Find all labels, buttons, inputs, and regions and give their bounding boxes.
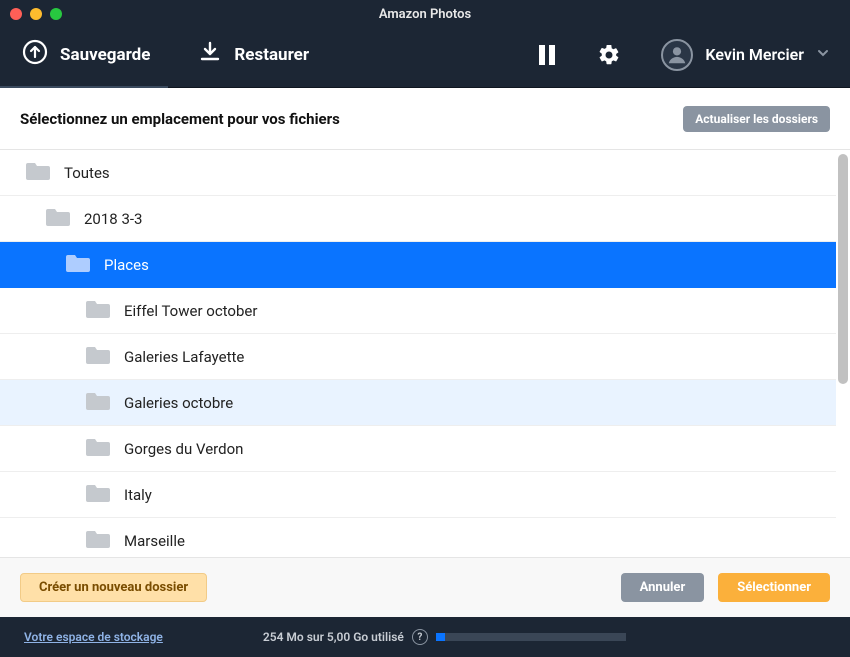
folder-row[interactable]: Marseille — [0, 518, 836, 557]
folder-icon — [86, 437, 110, 460]
folder-row[interactable]: Places — [0, 242, 836, 288]
tab-restore-label: Restaurer — [234, 45, 309, 65]
storage-usage-text: 254 Mo sur 5,00 Go utilisé — [263, 630, 404, 644]
folder-label: Toutes — [64, 164, 110, 182]
folder-row[interactable]: Gorges du Verdon — [0, 426, 836, 472]
folder-label: 2018 3-3 — [84, 210, 142, 228]
avatar — [661, 39, 693, 71]
new-folder-button[interactable]: Créer un nouveau dossier — [20, 573, 207, 602]
folder-icon — [46, 207, 70, 230]
storage-progress-fill — [436, 633, 446, 641]
minimize-window-button[interactable] — [30, 8, 42, 20]
storage-progress-bar — [436, 633, 626, 641]
folder-row[interactable]: 2018 3-3 — [0, 196, 836, 242]
refresh-folders-button[interactable]: Actualiser les dossiers — [683, 106, 830, 132]
subheader: Sélectionnez un emplacement pour vos fic… — [0, 88, 850, 150]
folder-row[interactable]: Galeries octobre — [0, 380, 836, 426]
folder-icon — [66, 253, 90, 276]
help-icon[interactable]: ? — [412, 629, 428, 645]
chevron-down-icon — [816, 45, 830, 64]
page-title: Sélectionnez un emplacement pour vos fic… — [20, 110, 340, 128]
folder-label: Italy — [124, 486, 152, 504]
folder-icon — [26, 161, 50, 184]
footer: Votre espace de stockage 254 Mo sur 5,00… — [0, 617, 850, 657]
cancel-button[interactable]: Annuler — [621, 573, 705, 602]
folder-icon — [86, 483, 110, 506]
folder-label: Gorges du Verdon — [124, 440, 243, 458]
maximize-window-button[interactable] — [50, 8, 62, 20]
scrollbar-thumb[interactable] — [838, 154, 848, 384]
action-bar: Créer un nouveau dossier Annuler Sélecti… — [0, 557, 850, 617]
select-button[interactable]: Sélectionner — [718, 573, 830, 602]
folder-icon — [86, 299, 110, 322]
settings-button[interactable] — [597, 43, 621, 67]
tab-backup[interactable]: Sauvegarde — [20, 39, 152, 70]
folder-icon — [86, 391, 110, 414]
tab-restore[interactable]: Restaurer — [196, 40, 311, 69]
user-menu[interactable]: Kevin Mercier — [661, 39, 830, 71]
titlebar: Amazon Photos — [0, 0, 850, 28]
main-toolbar: Sauvegarde Restaurer Kevin Mercier — [0, 28, 850, 88]
storage-link[interactable]: Votre espace de stockage — [24, 630, 163, 644]
folder-row[interactable]: Eiffel Tower october — [0, 288, 836, 334]
folder-tree: Toutes 2018 3-3 Places Eiffel Tower october… — [0, 150, 850, 557]
folder-label: Galeries octobre — [124, 394, 233, 412]
folder-label: Marseille — [124, 532, 185, 550]
folder-row[interactable]: Toutes — [0, 150, 836, 196]
folder-row[interactable]: Italy — [0, 472, 836, 518]
window-controls — [10, 8, 62, 20]
window-title: Amazon Photos — [379, 7, 471, 22]
folder-label: Eiffel Tower october — [124, 302, 257, 320]
folder-icon — [86, 529, 110, 552]
content-area: Sélectionnez un emplacement pour vos fic… — [0, 88, 850, 557]
folder-label: Places — [104, 256, 149, 274]
tab-backup-label: Sauvegarde — [60, 45, 150, 65]
upload-circle-icon — [22, 39, 48, 70]
folder-icon — [86, 345, 110, 368]
pause-button[interactable] — [537, 44, 557, 66]
download-icon — [198, 40, 222, 69]
folder-label: Galeries Lafayette — [124, 348, 244, 366]
user-name: Kevin Mercier — [705, 45, 804, 64]
close-window-button[interactable] — [10, 8, 22, 20]
folder-row[interactable]: Galeries Lafayette — [0, 334, 836, 380]
